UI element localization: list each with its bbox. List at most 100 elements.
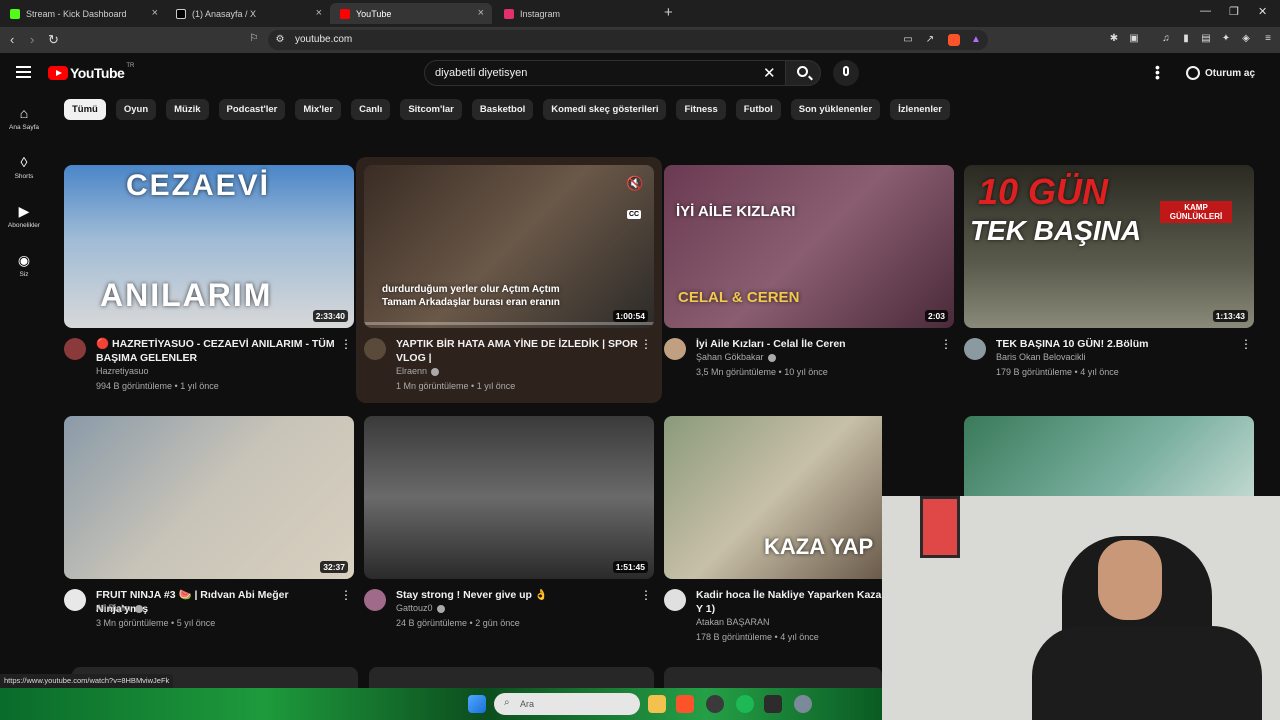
video-card[interactable]: İYİ AİLE KIZLARI CELAL & CEREN 2:03 İyi … bbox=[664, 165, 954, 388]
voice-search-button[interactable] bbox=[833, 60, 859, 86]
taskbar-search[interactable]: ⌕ Ara bbox=[494, 693, 640, 715]
chip-football[interactable]: Futbol bbox=[735, 99, 781, 120]
close-icon[interactable]: × bbox=[152, 7, 158, 19]
chip-mixes[interactable]: Mix'ler bbox=[295, 99, 342, 120]
new-tab-icon[interactable]: + bbox=[664, 4, 673, 21]
video-thumbnail[interactable]: KAZA YAP bbox=[664, 416, 882, 579]
video-title[interactable]: Kadir hoca İle Nakliye Yaparken Kaza Y 1… bbox=[696, 588, 886, 616]
sign-in-button[interactable]: Oturum aç bbox=[1180, 62, 1255, 84]
video-thumbnail[interactable] bbox=[964, 416, 1254, 496]
minimize-icon[interactable]: — bbox=[1200, 5, 1211, 17]
chip-podcasts[interactable]: Podcast'ler bbox=[218, 99, 286, 120]
chip-all[interactable]: Tümü bbox=[64, 99, 106, 120]
search-button[interactable] bbox=[785, 60, 821, 86]
channel-avatar[interactable] bbox=[64, 589, 86, 611]
media-icon[interactable]: ♫ bbox=[1160, 33, 1172, 45]
video-thumbnail[interactable]: durdurduğum yerler olur Açtım Açtım Tama… bbox=[364, 165, 654, 328]
wallet-icon[interactable]: ▤ bbox=[1200, 33, 1212, 45]
video-title[interactable]: Stay strong ! Never give up 👌 bbox=[396, 588, 638, 602]
video-thumbnail[interactable]: CEZAEVİ ANILARIM 2:33:40 bbox=[64, 165, 354, 328]
obs-icon[interactable] bbox=[706, 695, 724, 713]
share-icon[interactable]: ↗ bbox=[924, 34, 936, 46]
back-icon[interactable]: ‹ bbox=[10, 32, 14, 47]
channel-avatar[interactable] bbox=[964, 338, 986, 360]
channel-avatar[interactable] bbox=[64, 338, 86, 360]
screen-icon[interactable]: ▭ bbox=[902, 34, 914, 46]
close-window-icon[interactable]: ✕ bbox=[1258, 5, 1267, 18]
video-thumbnail[interactable]: İYİ AİLE KIZLARI CELAL & CEREN 2:03 bbox=[664, 165, 954, 328]
settings-more-icon[interactable]: • • • bbox=[1155, 60, 1160, 84]
video-thumbnail[interactable]: 32:37 bbox=[64, 416, 354, 579]
chip-live[interactable]: Canlı bbox=[351, 99, 391, 120]
video-title[interactable]: YAPTIK BİR HATA AMA YİNE DE İZLEDİK | SP… bbox=[396, 337, 638, 365]
more-actions-icon[interactable]: ⋮ bbox=[640, 337, 652, 351]
sidebar-icon[interactable]: ▮ bbox=[1180, 33, 1192, 45]
extensions-icon[interactable]: ✱ bbox=[1108, 33, 1120, 45]
chip-comedy[interactable]: Komedi skeç gösterileri bbox=[543, 99, 667, 120]
video-card[interactable]: CEZAEVİ ANILARIM 2:33:40 🔴 HAZRETİYASUO … bbox=[64, 165, 354, 391]
chip-sitcoms[interactable]: Sitcom'lar bbox=[400, 99, 462, 120]
screenshot-icon[interactable]: ▣ bbox=[1128, 33, 1140, 45]
video-title[interactable]: 🔴 HAZRETİYASUO - CEZAEVİ ANILARIM - TÜM … bbox=[96, 337, 338, 365]
file-explorer-icon[interactable] bbox=[648, 695, 666, 713]
video-card[interactable] bbox=[964, 416, 1254, 496]
more-actions-icon[interactable]: ⋮ bbox=[340, 588, 352, 602]
tab-kick[interactable]: Stream - Kick Dashboard × bbox=[0, 3, 166, 24]
video-title[interactable]: TEK BAŞINA 10 GÜN! 2.Bölüm bbox=[996, 337, 1238, 351]
channel-name[interactable]: Gattouz0 bbox=[396, 603, 445, 613]
spotify-icon[interactable] bbox=[736, 695, 754, 713]
chip-music[interactable]: Müzik bbox=[166, 99, 209, 120]
youtube-logo[interactable]: YouTube TR bbox=[48, 63, 134, 81]
sidebar-item-shorts[interactable]: ◊ Shorts bbox=[0, 154, 48, 180]
sidebar-item-home[interactable]: ⌂ Ana Sayfa bbox=[0, 105, 48, 131]
url-field[interactable]: ⚙ youtube.com ▭ ↗ ▲ bbox=[268, 30, 988, 50]
menu-icon[interactable]: ≡ bbox=[1262, 33, 1274, 45]
channel-avatar[interactable] bbox=[664, 589, 686, 611]
channel-name[interactable]: Atakan BAŞARAN bbox=[696, 617, 770, 627]
channel-avatar[interactable] bbox=[364, 338, 386, 360]
chip-basketball[interactable]: Basketbol bbox=[471, 99, 534, 120]
chip-recent[interactable]: Son yüklenenler bbox=[790, 99, 881, 120]
forward-icon[interactable]: › bbox=[30, 32, 34, 47]
rewards-icon[interactable]: ▲ bbox=[970, 34, 982, 46]
reload-icon[interactable]: ↻ bbox=[48, 32, 59, 48]
captions-button[interactable]: CC bbox=[627, 210, 642, 219]
preview-progress-bar[interactable] bbox=[364, 322, 654, 325]
channel-name[interactable]: Şahan Gökbakar bbox=[696, 352, 776, 362]
chip-games[interactable]: Oyun bbox=[115, 99, 157, 120]
more-actions-icon[interactable]: ⋮ bbox=[1240, 337, 1252, 351]
channel-name[interactable]: Hazretiyasuo bbox=[96, 366, 149, 376]
video-thumbnail[interactable]: 1:51:45 bbox=[364, 416, 654, 579]
settings-icon[interactable] bbox=[794, 695, 812, 713]
tab-instagram[interactable]: Instagram bbox=[494, 3, 660, 24]
video-card[interactable]: 1:51:45 Stay strong ! Never give up 👌 Ga… bbox=[364, 416, 654, 639]
channel-avatar[interactable] bbox=[664, 338, 686, 360]
brave-shield-icon[interactable] bbox=[948, 34, 960, 46]
chip-fitness[interactable]: Fitness bbox=[676, 99, 726, 120]
site-info-icon[interactable]: ⚙ bbox=[274, 34, 286, 46]
more-actions-icon[interactable]: ⋮ bbox=[640, 588, 652, 602]
close-icon[interactable]: × bbox=[478, 7, 484, 19]
close-icon[interactable]: × bbox=[316, 7, 322, 19]
restore-icon[interactable]: ❐ bbox=[1229, 5, 1239, 18]
channel-avatar[interactable] bbox=[364, 589, 386, 611]
chip-watched[interactable]: İzlenenler bbox=[890, 99, 950, 120]
sidebar-item-subscriptions[interactable]: ▶ Abonelikler bbox=[0, 203, 48, 229]
video-title[interactable]: İyi Aile Kızları - Celal İle Ceren bbox=[696, 337, 938, 351]
tab-x[interactable]: (1) Anasayfa / X × bbox=[166, 3, 330, 24]
search-input[interactable]: diyabetli diyetisyen ✕ bbox=[424, 60, 786, 86]
bookmark-icon[interactable]: ⚐ bbox=[248, 33, 260, 45]
more-actions-icon[interactable]: ⋮ bbox=[940, 337, 952, 351]
mute-icon[interactable]: 🔇 bbox=[626, 175, 643, 192]
clear-search-icon[interactable]: ✕ bbox=[763, 64, 776, 82]
video-card[interactable]: 10 GÜN TEK BAŞINA KAMP GÜNLÜKLERİ 1:13:4… bbox=[964, 165, 1254, 388]
terminal-icon[interactable] bbox=[764, 695, 782, 713]
guide-menu-icon[interactable] bbox=[16, 66, 31, 78]
more-actions-icon[interactable]: ⋮ bbox=[340, 337, 352, 351]
video-card[interactable]: durdurduğum yerler olur Açtım Açtım Tama… bbox=[364, 165, 654, 391]
sidebar-item-you[interactable]: ◉ Siz bbox=[0, 252, 48, 278]
windows-start-icon[interactable] bbox=[468, 695, 486, 713]
video-thumbnail[interactable]: 10 GÜN TEK BAŞINA KAMP GÜNLÜKLERİ 1:13:4… bbox=[964, 165, 1254, 328]
brave-browser-icon[interactable] bbox=[676, 695, 694, 713]
tab-youtube[interactable]: YouTube × bbox=[330, 3, 492, 24]
